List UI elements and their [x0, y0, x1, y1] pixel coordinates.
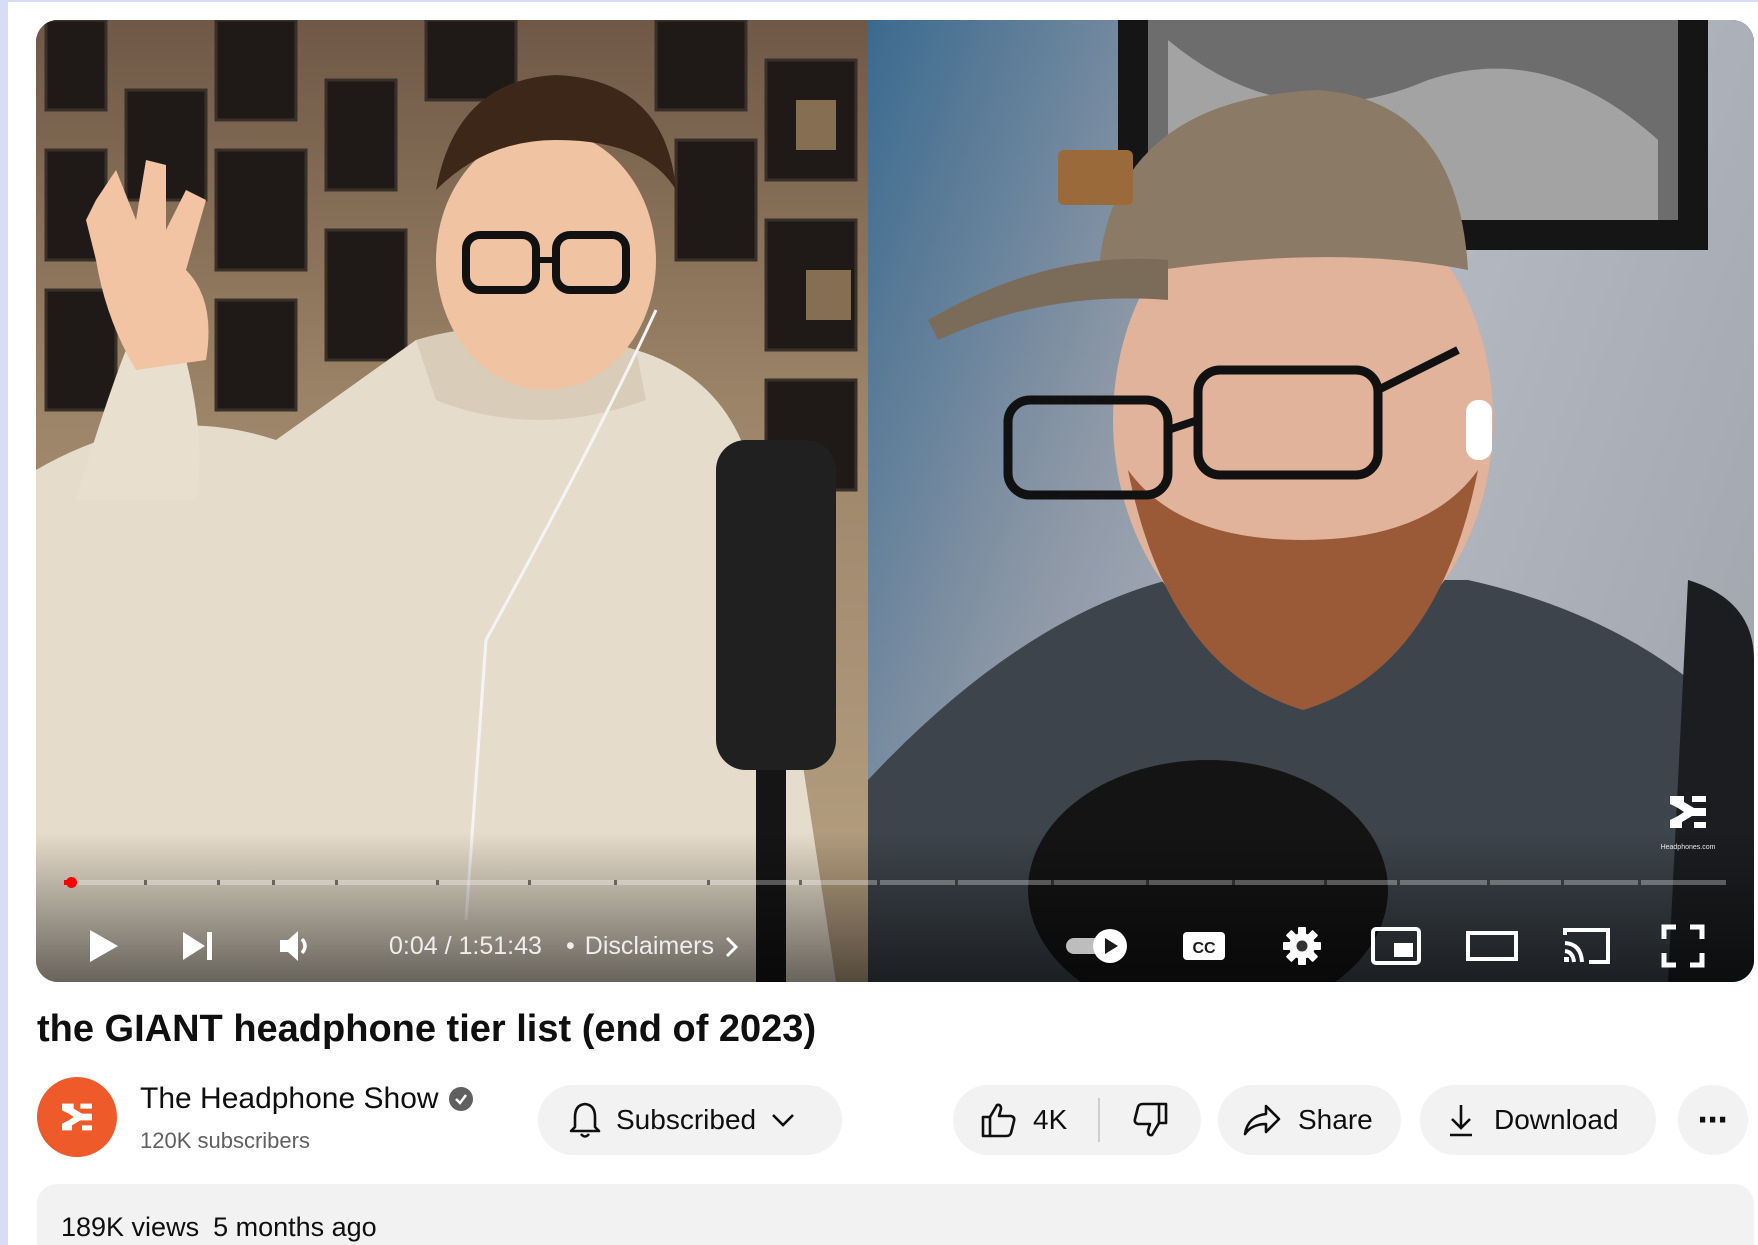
- chapter-marker: [1637, 880, 1641, 885]
- subscribed-button[interactable]: Subscribed: [538, 1085, 842, 1155]
- bell-icon: [569, 1102, 601, 1138]
- video-title: the GIANT headphone tier list (end of 20…: [37, 1008, 817, 1050]
- autoplay-toggle[interactable]: [1058, 918, 1138, 974]
- share-label: Share: [1298, 1104, 1373, 1135]
- volume-button[interactable]: [266, 918, 322, 974]
- share-button[interactable]: Share: [1218, 1085, 1401, 1155]
- chapter-marker: [436, 880, 440, 885]
- fullscreen-icon: [1661, 924, 1705, 968]
- chevron-down-icon: [772, 1114, 795, 1127]
- download-label: Download: [1494, 1104, 1619, 1135]
- dislike-button[interactable]: [1100, 1085, 1201, 1155]
- chapter-marker: [1145, 880, 1149, 885]
- view-count: 189K views: [61, 1212, 200, 1242]
- captions-button[interactable]: CC: [1174, 918, 1234, 974]
- headphones-logo-icon: [1670, 796, 1706, 828]
- theater-icon: [1466, 931, 1518, 961]
- next-icon: [183, 932, 212, 960]
- watermark-text: Headphones.com: [1660, 844, 1716, 851]
- more-actions-button[interactable]: ⋯: [1678, 1085, 1748, 1155]
- chapter-marker: [527, 880, 531, 885]
- like-button[interactable]: 4K: [953, 1085, 1098, 1155]
- download-button[interactable]: Download: [1420, 1085, 1656, 1155]
- volume-icon: [280, 931, 307, 961]
- subscribed-label: Subscribed: [616, 1104, 757, 1135]
- channel-avatar[interactable]: [37, 1077, 117, 1157]
- cc-icon: CC: [1183, 932, 1225, 960]
- channel-name: The Headphone Show: [140, 1082, 439, 1115]
- miniplayer-icon: [1371, 927, 1421, 965]
- chapter-marker: [271, 880, 275, 885]
- chapter-marker: [334, 880, 338, 885]
- more-icon: ⋯: [1697, 1103, 1729, 1137]
- chapter-marker: [216, 880, 220, 885]
- chapter-button[interactable]: • Disclaimers: [566, 932, 740, 961]
- chapter-marker: [798, 880, 802, 885]
- chapter-marker: [143, 880, 147, 885]
- verified-badge-icon: [448, 1087, 473, 1111]
- cast-button[interactable]: [1554, 918, 1618, 974]
- chapter-marker: [1486, 880, 1490, 885]
- publish-date: 5 months ago: [213, 1212, 377, 1242]
- time-display: 0:04 / 1:51:43: [389, 932, 542, 960]
- miniplayer-button[interactable]: [1366, 918, 1426, 974]
- scrubber-handle[interactable]: [65, 877, 77, 888]
- chapter-marker: [1396, 880, 1400, 885]
- chapter-marker: [876, 880, 880, 885]
- thumbs-down-icon: [1133, 1102, 1167, 1137]
- chapter-marker: [1323, 880, 1327, 885]
- autoplay-icon: [1066, 929, 1127, 963]
- chapter-marker: [614, 880, 618, 885]
- chevron-right-icon: [725, 936, 739, 957]
- description-box[interactable]: 189K views 5 months ago: [37, 1184, 1754, 1245]
- gear-icon: [1283, 927, 1321, 965]
- chapter-separator: •: [566, 932, 575, 960]
- cast-icon: [1563, 928, 1610, 964]
- channel-watermark[interactable]: Headphones.com: [1648, 788, 1728, 851]
- chapter-title: Disclaimers: [584, 932, 714, 960]
- share-icon: [1243, 1104, 1281, 1136]
- chapter-marker: [1232, 880, 1236, 885]
- svg-text:CC: CC: [1192, 940, 1216, 957]
- like-count: 4K: [1033, 1104, 1068, 1135]
- chapter-marker: [707, 880, 711, 885]
- download-icon: [1450, 1105, 1472, 1137]
- settings-button[interactable]: [1272, 918, 1332, 974]
- chapter-marker: [1051, 880, 1055, 885]
- chapter-marker: [1561, 880, 1565, 885]
- play-button[interactable]: [74, 918, 130, 974]
- subscriber-count: 120K subscribers: [140, 1128, 310, 1153]
- next-button[interactable]: [169, 918, 225, 974]
- progress-bar[interactable]: [64, 877, 1726, 888]
- video-player[interactable]: 0:04 / 1:51:43 • Disclaimers CC Headphon…: [36, 20, 1754, 982]
- thumbs-up-icon: [981, 1103, 1016, 1138]
- chapter-markers: [64, 880, 1726, 885]
- like-dislike-group: 4K: [953, 1085, 1201, 1155]
- chapter-marker: [954, 880, 958, 885]
- play-icon: [90, 930, 118, 962]
- channel-name-link[interactable]: The Headphone Show: [140, 1082, 473, 1116]
- description-meta: 189K views 5 months ago: [61, 1212, 377, 1243]
- theater-mode-button[interactable]: [1460, 918, 1524, 974]
- fullscreen-button[interactable]: [1651, 918, 1715, 974]
- headphones-logo-icon: [62, 1103, 92, 1131]
